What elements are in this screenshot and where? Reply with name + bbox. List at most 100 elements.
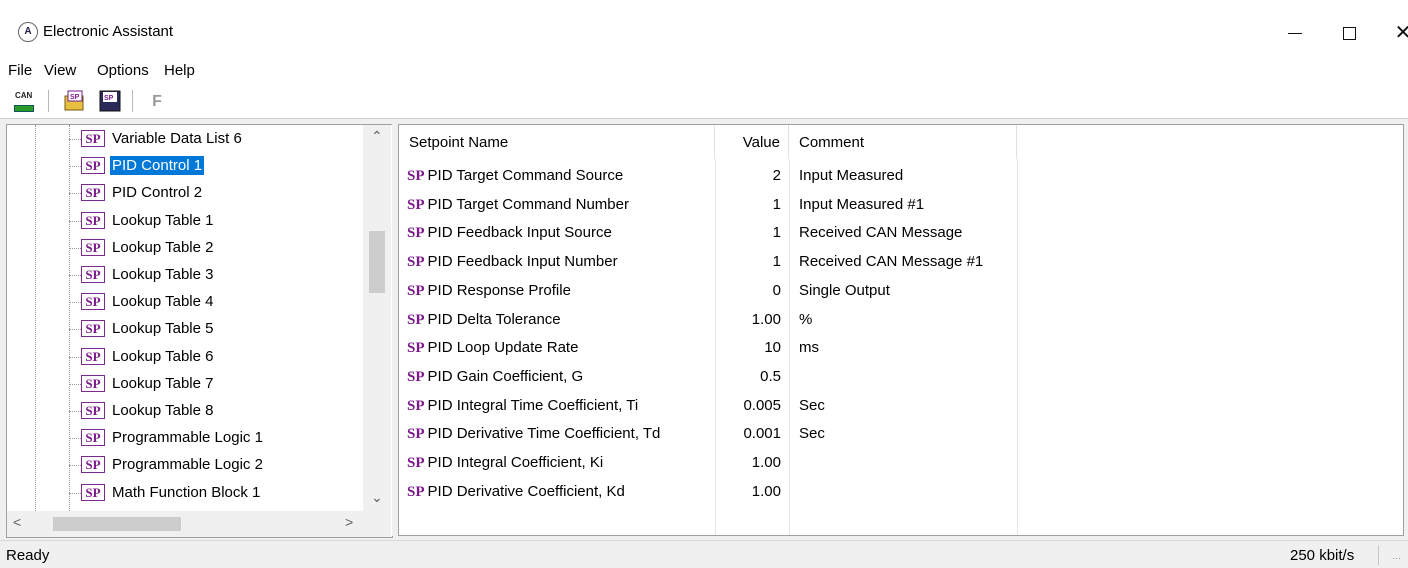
- tree-item-label: Lookup Table 6: [112, 347, 214, 365]
- setpoint-icon: SP: [81, 157, 105, 175]
- can-connect-button[interactable]: CAN: [12, 89, 36, 113]
- open-sp-label: SP: [70, 94, 80, 101]
- tree-item[interactable]: SP Lookup Table 5: [7, 316, 363, 342]
- tree-item[interactable]: SP Lookup Table 3: [7, 262, 363, 288]
- setpoint-name: PID Target Command Number: [427, 195, 629, 213]
- menu-help[interactable]: Help: [164, 62, 195, 79]
- setpoint-value-cell[interactable]: 0.001: [715, 425, 781, 442]
- function-button[interactable]: F: [145, 89, 169, 113]
- scroll-right-icon[interactable]: >: [345, 514, 353, 530]
- tree-item[interactable]: SP Programmable Logic 1: [7, 425, 363, 451]
- close-button[interactable]: ✕: [1380, 14, 1408, 52]
- setpoint-name-cell: SP PID Feedback Input Number: [407, 253, 618, 271]
- setpoint-value-cell[interactable]: 1.00: [715, 454, 781, 471]
- tree-item[interactable]: SP PID Control 1: [7, 153, 363, 179]
- tree-item[interactable]: SP Variable Data List 6: [7, 126, 363, 152]
- setpoint-icon: SP: [81, 347, 105, 365]
- table-row[interactable]: SP PID Response Profile 0 Single Output: [399, 278, 1403, 306]
- tree-item-label: Lookup Table 7: [112, 374, 214, 392]
- tree-item[interactable]: SP Lookup Table 1: [7, 208, 363, 234]
- tree-item[interactable]: SP Lookup Table 7: [7, 371, 363, 397]
- open-setpoint-button[interactable]: SP: [62, 89, 86, 113]
- status-text: Ready: [6, 547, 50, 564]
- setpoint-value-cell[interactable]: 1.00: [715, 311, 781, 328]
- setpoint-icon: SP: [81, 402, 105, 419]
- tree-vscroll-thumb[interactable]: [369, 231, 385, 293]
- tree-vertical-scrollbar[interactable]: ⌃ ⌄: [363, 125, 391, 511]
- table-row[interactable]: SP PID Loop Update Rate 10 ms: [399, 335, 1403, 363]
- setpoint-comment-cell: Input Measured #1: [799, 195, 925, 213]
- setpoint-name: PID Feedback Input Source: [427, 224, 612, 242]
- setpoint-icon: SP: [81, 211, 105, 229]
- tree-item[interactable]: SP Lookup Table 2: [7, 235, 363, 261]
- can-connect-icon: CAN: [15, 91, 33, 100]
- save-setpoint-button[interactable]: SP: [98, 89, 122, 113]
- scroll-up-icon[interactable]: ⌃: [371, 128, 383, 145]
- table-row[interactable]: SP PID Integral Coefficient, Ki 1.00: [399, 450, 1403, 478]
- tree-branch-line: [69, 247, 81, 249]
- setpoint-prefix-icon: SP: [407, 397, 425, 414]
- tree-item[interactable]: SP Lookup Table 8: [7, 398, 363, 424]
- table-row[interactable]: SP PID Derivative Coefficient, Kd 1.00: [399, 479, 1403, 507]
- resize-grip-icon[interactable]: ⋯: [1392, 553, 1401, 564]
- setpoint-prefix-icon: SP: [407, 368, 425, 385]
- table-row[interactable]: SP PID Gain Coefficient, G 0.5: [399, 364, 1403, 392]
- tree-branch-line: [69, 356, 81, 358]
- setpoint-value-cell[interactable]: 1.00: [715, 483, 781, 500]
- toolbar: CAN SP SP F: [0, 84, 1408, 119]
- table-row[interactable]: SP PID Target Command Number 1 Input Measur…: [399, 192, 1403, 220]
- minimize-button[interactable]: [1272, 14, 1318, 52]
- tree-item[interactable]: SP Lookup Table 4: [7, 289, 363, 315]
- setpoint-prefix-icon: SP: [407, 196, 425, 213]
- setpoint-name: PID Integral Time Coefficient, Ti: [427, 396, 639, 414]
- setpoint-name: PID Delta Tolerance: [427, 310, 561, 328]
- table-row[interactable]: SP PID Target Command Source 2 Input Measur…: [399, 163, 1403, 191]
- scroll-left-icon[interactable]: <: [13, 514, 21, 530]
- column-header-value[interactable]: Value: [715, 125, 789, 159]
- tree-item[interactable]: SP PID Control 2: [7, 180, 363, 206]
- tree-branch-line: [69, 193, 81, 195]
- setpoint-value-cell[interactable]: 1: [715, 224, 781, 241]
- setpoint-icon: SP: [81, 483, 105, 501]
- setpoint-value-cell[interactable]: 1: [715, 196, 781, 213]
- tree-item[interactable]: SP Lookup Table 6: [7, 344, 363, 370]
- tree-item[interactable]: SP Math Function Block 1: [7, 480, 363, 506]
- setpoint-name-cell: SP PID Target Command Number: [407, 196, 629, 214]
- setpoint-tree[interactable]: SP Variable Data List 6 SP PID Control 1 SP P…: [6, 124, 393, 538]
- setpoint-name-cell: SP PID Derivative Coefficient, Kd: [407, 483, 625, 501]
- maximize-button[interactable]: [1326, 14, 1372, 52]
- setpoint-icon: SP: [81, 293, 105, 311]
- table-row[interactable]: SP PID Feedback Input Number 1 Received CAN…: [399, 249, 1403, 277]
- setpoint-table: Setpoint Name Value Comment SP PID Target…: [398, 124, 1404, 536]
- title-bar: A Electronic Assistant ✕: [0, 0, 1408, 58]
- table-row[interactable]: SP PID Integral Time Coefficient, Ti 0.005…: [399, 393, 1403, 421]
- setpoint-prefix-icon: SP: [407, 455, 425, 471]
- tree-item[interactable]: SP Programmable Logic 2: [7, 452, 363, 478]
- menu-options[interactable]: Options: [97, 62, 149, 79]
- setpoint-value-cell[interactable]: 0.5: [715, 368, 781, 385]
- setpoint-value-cell[interactable]: 10: [715, 339, 781, 356]
- menu-file[interactable]: File: [8, 62, 32, 79]
- tree-branch-line: [69, 302, 81, 304]
- setpoint-value-cell[interactable]: 0.005: [715, 397, 781, 414]
- scroll-down-icon[interactable]: ⌄: [371, 489, 383, 506]
- tree-item-label: Lookup Table 4: [112, 293, 214, 311]
- tree-hscroll-thumb[interactable]: [53, 517, 181, 531]
- setpoint-name-cell: SP PID Target Command Source: [407, 167, 623, 185]
- menu-view[interactable]: View: [44, 62, 76, 79]
- status-bar: Ready 250 kbit/s ⋯: [0, 540, 1408, 568]
- setpoint-value-cell[interactable]: 2: [715, 167, 781, 184]
- setpoint-value-cell[interactable]: 0: [715, 282, 781, 299]
- setpoint-value-cell[interactable]: 1: [715, 253, 781, 270]
- table-row[interactable]: SP PID Feedback Input Source 1 Received CAN…: [399, 220, 1403, 248]
- table-row[interactable]: SP PID Derivative Time Coefficient, Td 0.0…: [399, 421, 1403, 449]
- setpoint-icon: SP: [81, 374, 105, 392]
- tree-branch-line: [69, 411, 81, 412]
- setpoint-name-cell: SP PID Integral Coefficient, Ki: [407, 454, 603, 472]
- column-header-name[interactable]: Setpoint Name: [399, 125, 715, 159]
- setpoint-name-cell: SP PID Gain Coefficient, G: [407, 368, 583, 386]
- toolbar-separator: [48, 90, 49, 112]
- table-row[interactable]: SP PID Delta Tolerance 1.00%: [399, 307, 1403, 335]
- tree-horizontal-scrollbar[interactable]: < >: [7, 511, 363, 537]
- column-header-comment[interactable]: Comment: [789, 125, 1017, 159]
